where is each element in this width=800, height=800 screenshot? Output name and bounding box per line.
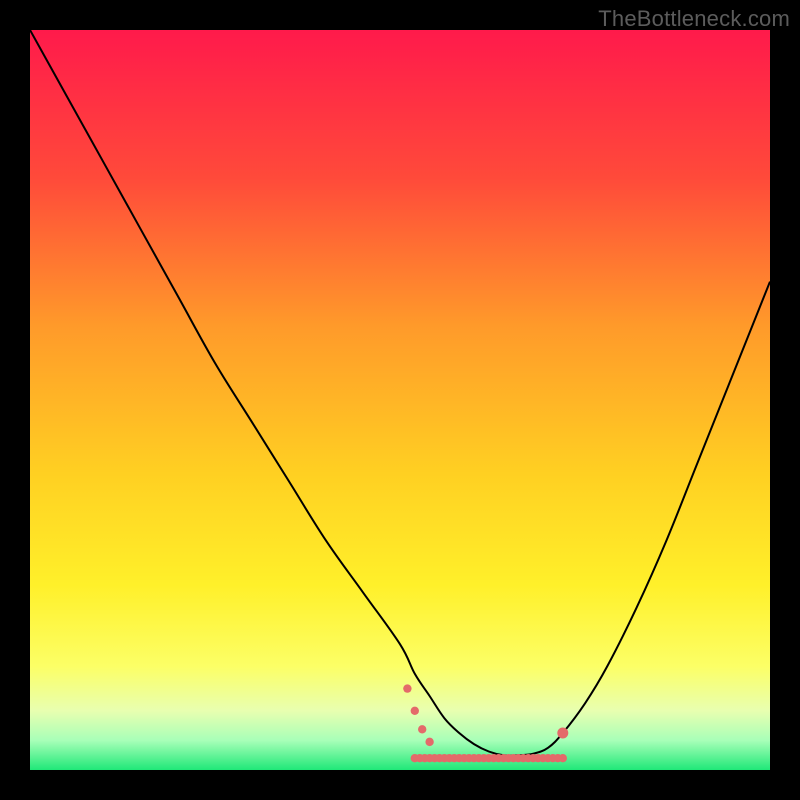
valley-dot [425, 738, 433, 746]
valley-dot [403, 684, 411, 692]
bottleneck-chart [30, 30, 770, 770]
chart-frame: TheBottleneck.com [0, 0, 800, 800]
valley-dot [411, 707, 419, 715]
watermark-text: TheBottleneck.com [598, 6, 790, 32]
valley-dot [559, 754, 567, 762]
valley-end-dot [557, 728, 568, 739]
gradient-rect [30, 30, 770, 770]
valley-dot [418, 725, 426, 733]
